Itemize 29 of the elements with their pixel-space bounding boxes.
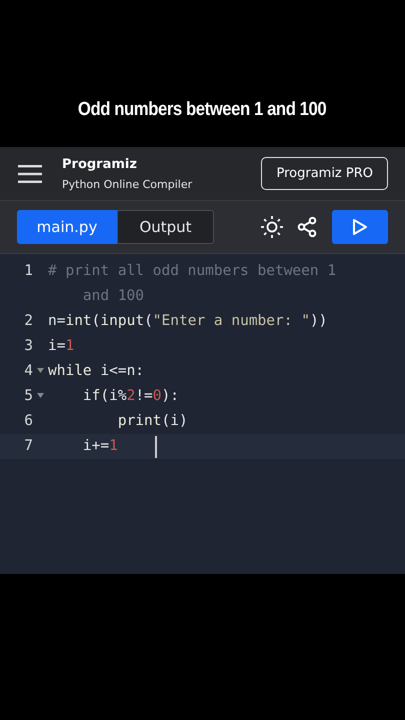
video-caption: Odd numbers between 1 and 100 bbox=[78, 99, 327, 121]
menu-icon[interactable] bbox=[18, 164, 42, 182]
code-line: n=int(input("Enter a number: ")) bbox=[48, 312, 328, 331]
code-line: i+=1 bbox=[82, 437, 118, 456]
text-cursor bbox=[154, 436, 157, 458]
share-icon[interactable] bbox=[296, 216, 318, 238]
line-number: 5 bbox=[23, 387, 33, 406]
tab[interactable]: main.py bbox=[17, 210, 117, 244]
app-subtitle: Python Online Compiler bbox=[62, 178, 194, 190]
line-number: 3 bbox=[23, 337, 33, 356]
sun-icon[interactable] bbox=[260, 215, 284, 239]
code-line: while i<=n: bbox=[48, 362, 144, 381]
code-line: i=1 bbox=[48, 337, 76, 356]
pro-button[interactable]: Programiz PRO bbox=[261, 157, 388, 190]
logo[interactable]: Programiz bbox=[62, 156, 242, 172]
code-line: if(i%2!=0): bbox=[82, 387, 179, 406]
line-number: 2 bbox=[23, 312, 33, 331]
line-number: 1 bbox=[23, 262, 33, 281]
line-number: 6 bbox=[23, 412, 33, 431]
tab[interactable]: Output bbox=[117, 210, 214, 244]
fold-arrow-icon[interactable] bbox=[37, 368, 44, 373]
play-icon bbox=[352, 218, 368, 236]
line-number: 4 bbox=[23, 362, 33, 381]
run-button[interactable] bbox=[332, 210, 388, 244]
code-line: print(i) bbox=[116, 412, 188, 431]
code-editor[interactable]: 1 # print all odd numbers between 1 and 100 2 n=int(input("Enter a number: ")) 3 i=1 4 while i<=n: 5 if(i%2!=0): 6 print(i) 7 i+=1 bbox=[0, 254, 405, 574]
code-line: # print all odd numbers between 1 and 100 bbox=[48, 262, 338, 306]
line-number: 7 bbox=[23, 437, 33, 456]
fold-arrow-icon[interactable] bbox=[37, 393, 44, 398]
